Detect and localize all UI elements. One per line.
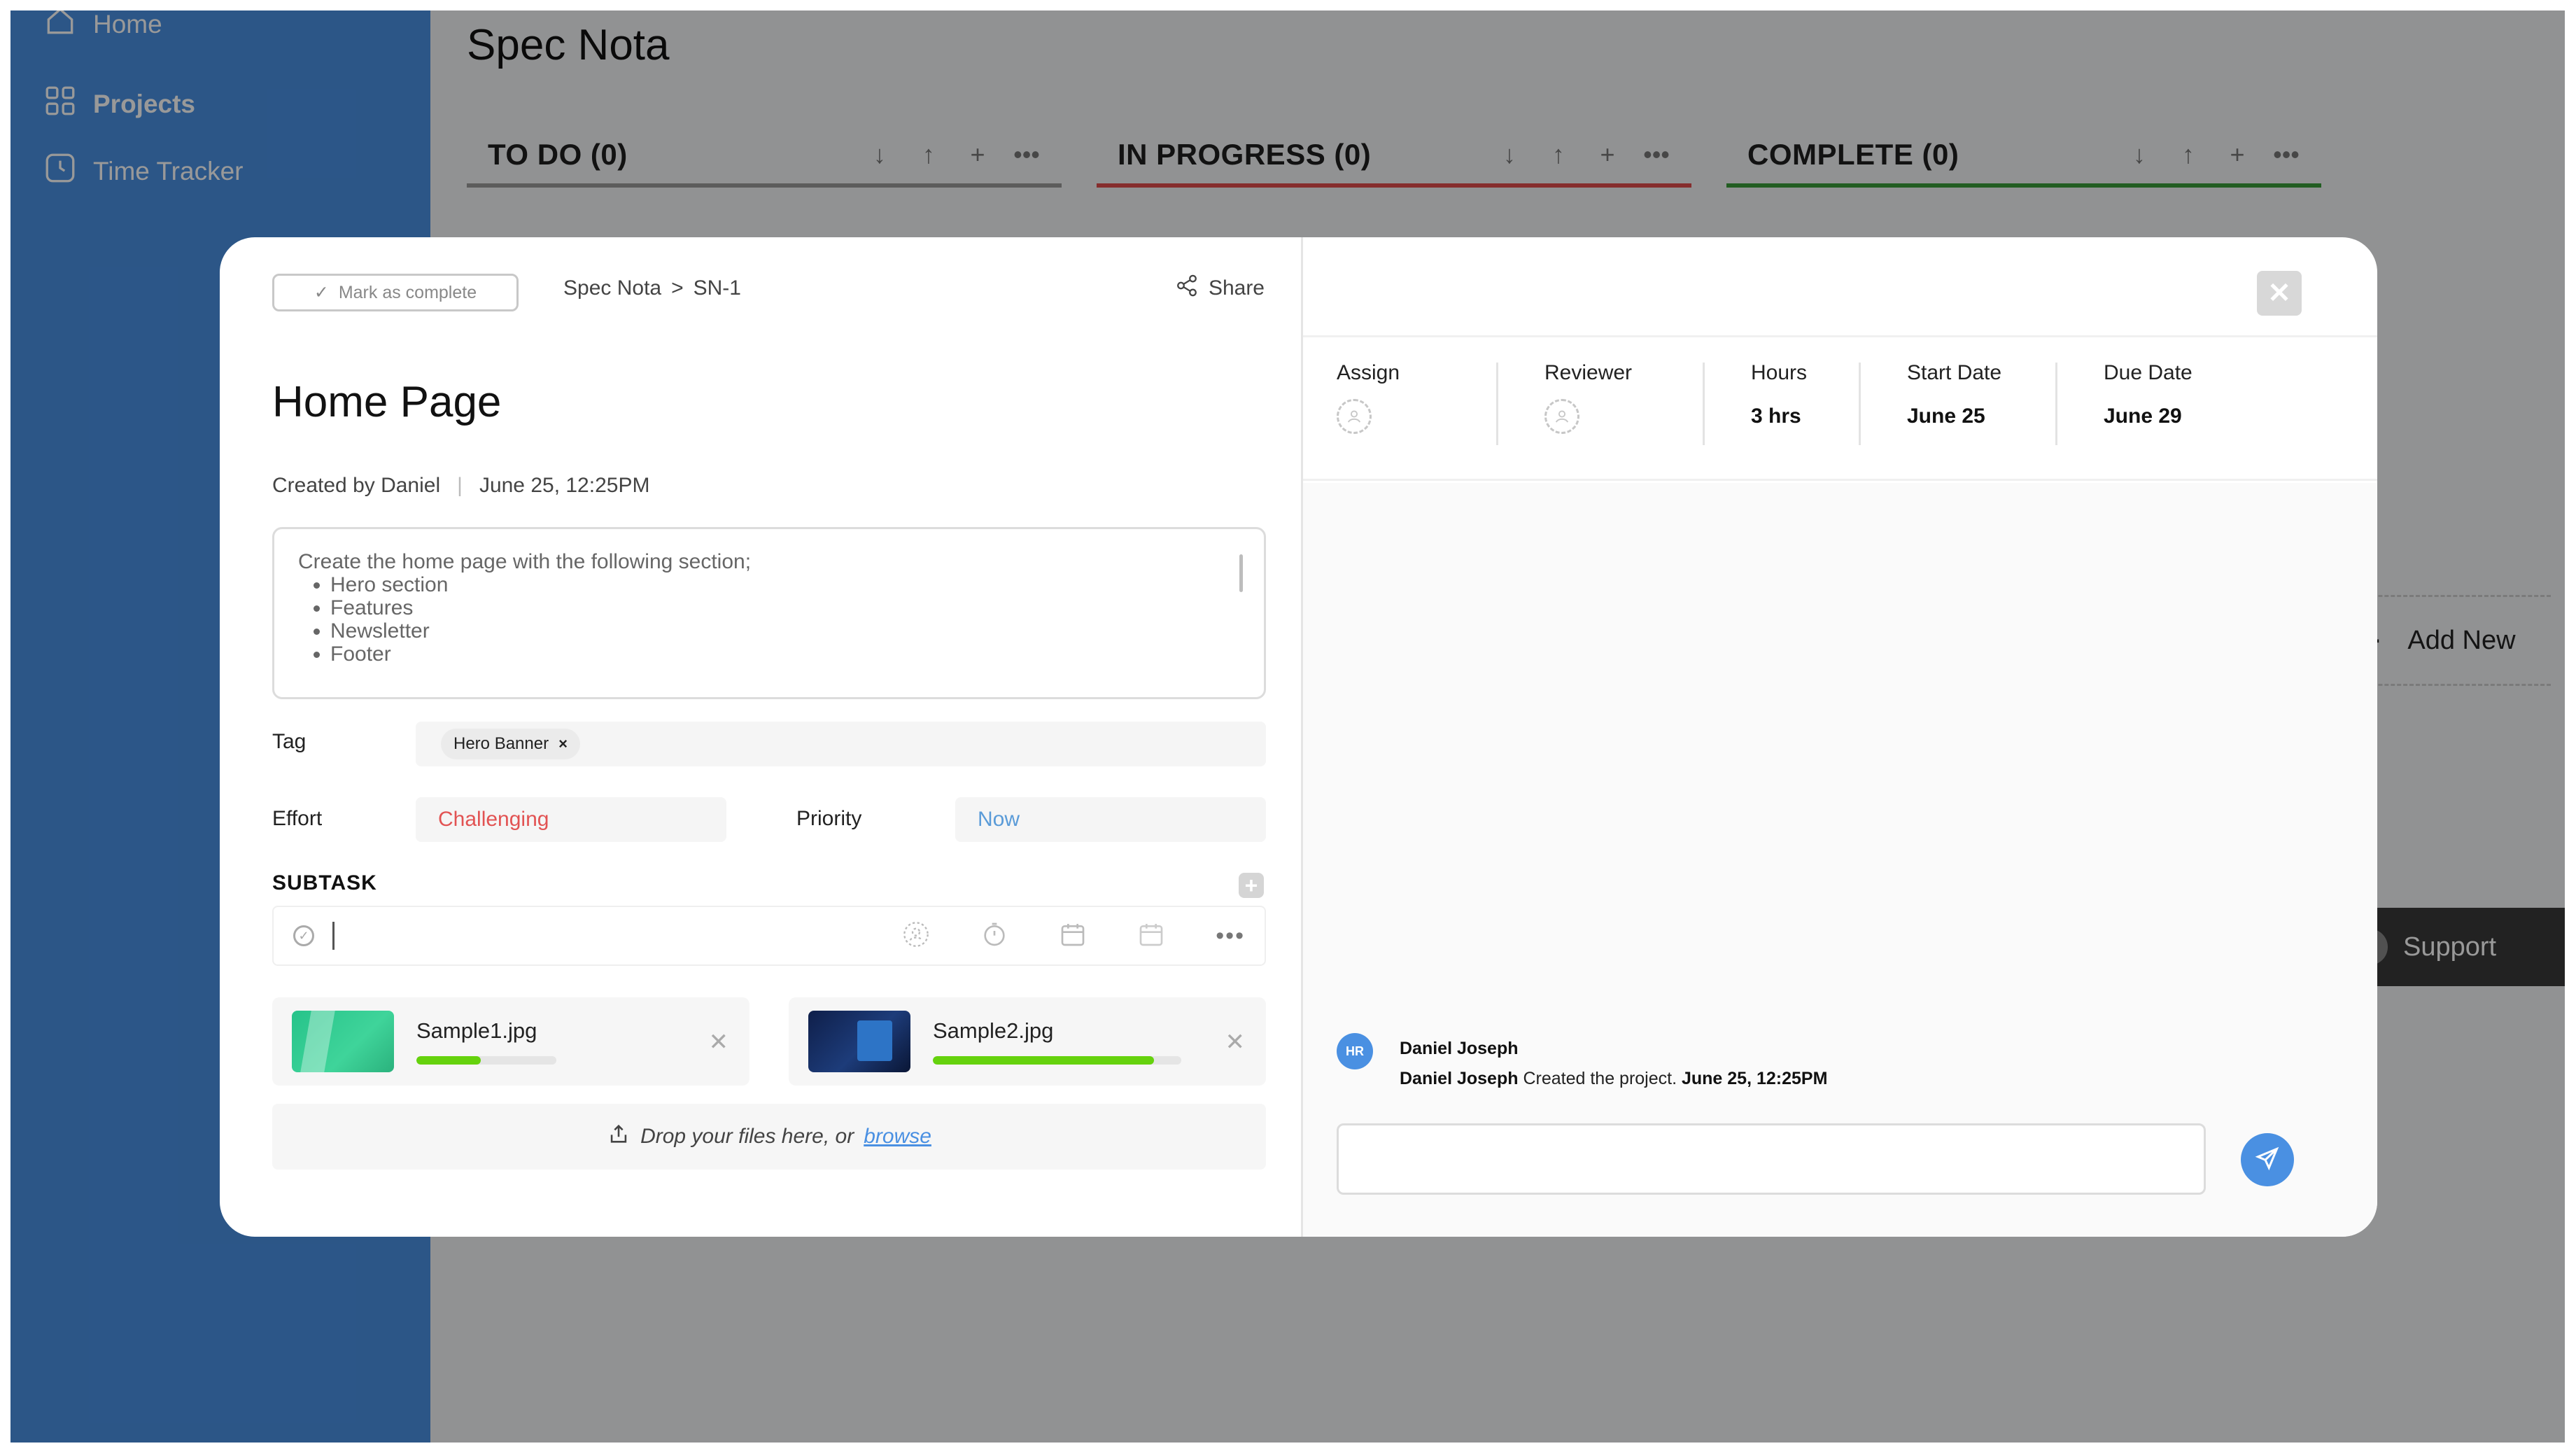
share-label: Share <box>1208 276 1265 300</box>
start-date-calendar-icon[interactable] <box>1059 920 1087 952</box>
reviewer-label: Reviewer <box>1544 361 1633 384</box>
description-list: Hero section Features Newsletter Footer <box>330 573 1240 666</box>
breadcrumb-task-id: SN-1 <box>693 276 741 300</box>
file-name: Sample2.jpg <box>933 1018 1054 1043</box>
description-scrollbar[interactable] <box>1239 554 1243 592</box>
activity-text: Daniel Joseph Created the project. June … <box>1400 1069 1827 1089</box>
close-modal-button[interactable]: ✕ <box>2257 271 2302 316</box>
upload-progress-fill <box>416 1056 481 1065</box>
browse-link[interactable]: browse <box>864 1125 931 1149</box>
assign-field[interactable]: Assign <box>1337 337 1496 479</box>
tag-chip: Hero Banner × <box>441 729 580 759</box>
breadcrumb-project[interactable]: Spec Nota <box>563 276 661 300</box>
file-thumbnail <box>292 1011 394 1072</box>
reviewer-field[interactable]: Reviewer <box>1544 337 1703 479</box>
divider <box>1859 363 1861 445</box>
subtask-check-icon[interactable]: ✓ <box>293 925 314 946</box>
divider <box>2055 363 2057 445</box>
created-at: June 25, 12:25PM <box>479 474 650 497</box>
subtask-input-row[interactable]: ✓ ••• <box>272 906 1266 966</box>
activity-entry: HR Daniel Joseph Daniel Joseph Created t… <box>1337 1033 1827 1089</box>
task-modal: ✓ Mark as complete Spec Nota > SN-1 Shar… <box>220 237 2377 1237</box>
upload-progress-bar <box>933 1056 1181 1065</box>
add-subtask-button[interactable]: + <box>1239 873 1264 898</box>
due-date-calendar-icon[interactable] <box>1137 920 1165 952</box>
check-icon: ✓ <box>314 283 329 302</box>
divider <box>1496 363 1498 445</box>
send-comment-button[interactable] <box>2241 1133 2294 1186</box>
mark-complete-label: Mark as complete <box>338 282 477 302</box>
list-item: Hero section <box>330 573 1240 596</box>
effort-label: Effort <box>272 807 323 830</box>
subtask-more-icon[interactable]: ••• <box>1216 922 1245 950</box>
remove-tag-icon[interactable]: × <box>558 735 568 753</box>
file-name: Sample1.jpg <box>416 1018 537 1043</box>
tag-chip-label: Hero Banner <box>453 734 549 753</box>
assign-user-icon[interactable] <box>1337 399 1372 434</box>
app-window: Home Projects Time Tracker Spec Nota TO … <box>10 10 2565 1443</box>
dropzone-text: Drop your files here, or <box>640 1125 854 1148</box>
remove-file-icon[interactable]: ✕ <box>709 1028 729 1056</box>
task-meta: Created by Daniel | June 25, 12:25PM <box>272 474 649 498</box>
share-button[interactable]: Share <box>1175 274 1265 303</box>
list-item: Newsletter <box>330 619 1240 643</box>
activity-action: Created the project. <box>1523 1069 1677 1088</box>
list-item: Footer <box>330 643 1240 666</box>
description-editor[interactable]: Create the home page with the following … <box>272 527 1266 699</box>
assign-user-icon[interactable] <box>902 920 930 952</box>
assign-label: Assign <box>1337 361 1400 384</box>
share-icon <box>1175 274 1199 303</box>
activity-time: June 25, 12:25PM <box>1681 1069 1828 1088</box>
meta-separator: | <box>457 474 463 497</box>
activity-actor: Daniel Joseph <box>1400 1069 1519 1088</box>
file-card: Sample1.jpg ✕ <box>272 997 749 1086</box>
priority-label: Priority <box>796 807 862 830</box>
divider <box>1703 363 1705 445</box>
due-date-value: June 29 <box>2104 405 2182 428</box>
file-card: Sample2.jpg ✕ <box>789 997 1266 1086</box>
effort-select[interactable]: Challenging <box>416 797 726 842</box>
list-item: Features <box>330 596 1240 619</box>
send-icon <box>2255 1146 2280 1174</box>
text-cursor <box>332 922 335 950</box>
breadcrumb-separator: > <box>671 276 684 300</box>
due-date-label: Due Date <box>2104 361 2193 384</box>
due-date-field[interactable]: Due Date June 29 <box>2104 337 2213 479</box>
hours-label: Hours <box>1751 361 1808 384</box>
hours-field[interactable]: Hours 3 hrs <box>1751 337 1859 479</box>
start-date-field[interactable]: Start Date June 25 <box>1907 337 2055 479</box>
activity-author: Daniel Joseph <box>1400 1039 1519 1058</box>
subtask-heading: SUBTASK <box>272 871 377 894</box>
reviewer-user-icon[interactable] <box>1544 399 1579 434</box>
breadcrumb: Spec Nota > SN-1 <box>563 276 741 300</box>
upload-progress-fill <box>933 1056 1154 1065</box>
tag-label: Tag <box>272 730 307 753</box>
mark-complete-button[interactable]: ✓ Mark as complete <box>272 274 519 311</box>
comment-input[interactable] <box>1337 1123 2206 1195</box>
file-dropzone[interactable]: Drop your files here, or browse <box>272 1104 1266 1170</box>
tag-field[interactable]: Hero Banner × <box>416 722 1266 766</box>
start-date-value: June 25 <box>1907 405 1985 428</box>
task-detail-pane: ✓ Mark as complete Spec Nota > SN-1 Shar… <box>220 237 1303 1237</box>
upload-icon <box>607 1122 631 1151</box>
start-date-label: Start Date <box>1907 361 2002 384</box>
file-thumbnail <box>808 1011 910 1072</box>
remove-file-icon[interactable]: ✕ <box>1225 1028 1246 1056</box>
created-by: Created by Daniel <box>272 474 441 497</box>
activity-pane: ✕ Assign Reviewer Hours 3 hrs Start Date… <box>1303 237 2377 1237</box>
timer-icon[interactable] <box>980 920 1008 952</box>
task-title[interactable]: Home Page <box>272 377 501 427</box>
avatar: HR <box>1337 1033 1373 1069</box>
task-properties: Assign Reviewer Hours 3 hrs Start Date J… <box>1303 335 2377 481</box>
description-intro: Create the home page with the following … <box>298 550 752 573</box>
priority-select[interactable]: Now <box>955 797 1266 842</box>
hours-value: 3 hrs <box>1751 405 1801 428</box>
upload-progress-bar <box>416 1056 556 1065</box>
